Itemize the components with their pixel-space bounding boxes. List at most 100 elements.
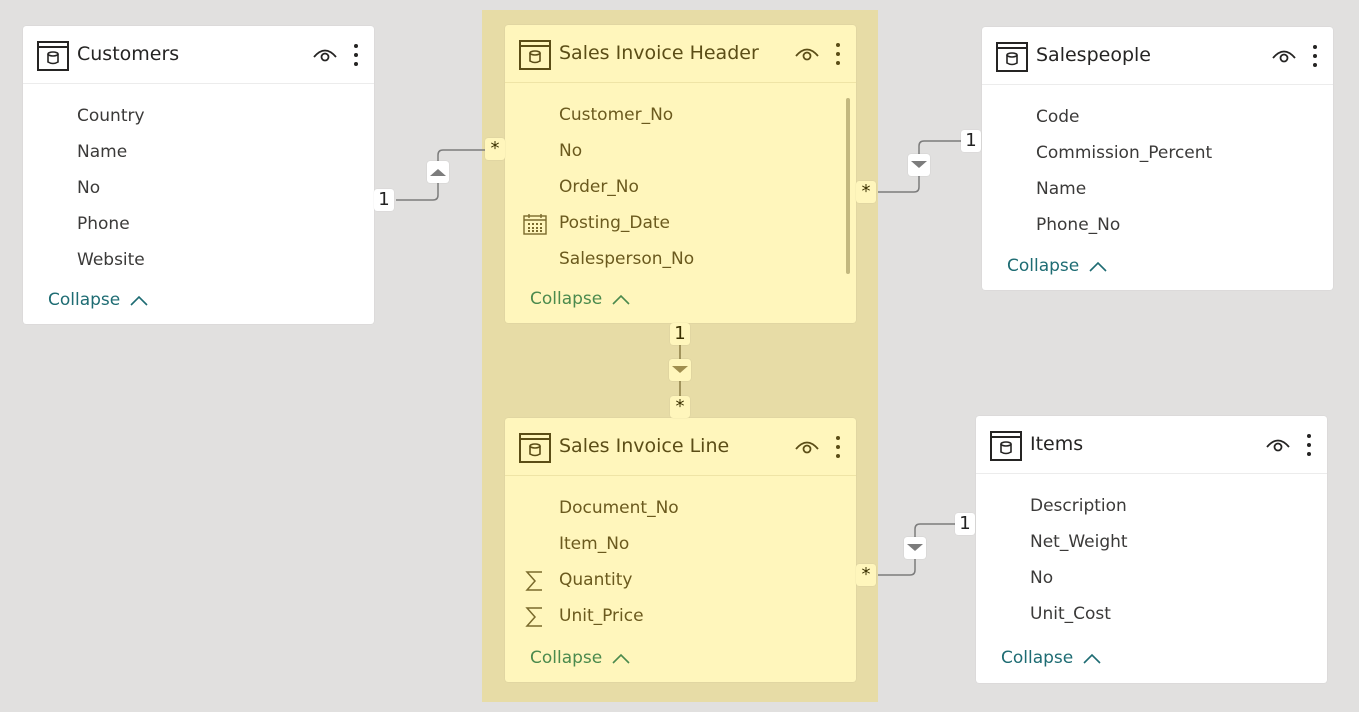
- collapse-label: Collapse: [530, 648, 603, 668]
- field-name: Item_No: [559, 534, 630, 554]
- table-icon: [996, 42, 1028, 72]
- collapse-button[interactable]: Collapse: [530, 289, 630, 309]
- more-options-icon[interactable]: [835, 435, 841, 459]
- eye-icon[interactable]: [313, 46, 337, 64]
- field-row[interactable]: No: [976, 560, 1327, 596]
- chevron-up-icon: [612, 294, 630, 305]
- cardinality-many-badge[interactable]: *: [485, 138, 505, 160]
- table-icon: [990, 431, 1022, 461]
- more-options-icon[interactable]: [835, 42, 841, 66]
- field-row[interactable]: Customer_No: [505, 97, 856, 133]
- collapse-button[interactable]: Collapse: [48, 290, 148, 310]
- field-row[interactable]: Name: [23, 134, 374, 170]
- table-card-sales-invoice-line[interactable]: Sales Invoice Line Document_No Item_No Q…: [505, 418, 856, 682]
- cardinality-many-badge[interactable]: *: [856, 181, 876, 203]
- field-name: Unit_Cost: [1030, 604, 1111, 624]
- calendar-icon: [523, 214, 547, 235]
- field-name: No: [77, 178, 101, 198]
- collapse-label: Collapse: [48, 290, 121, 310]
- field-name: Commission_Percent: [1036, 143, 1213, 163]
- eye-icon[interactable]: [1266, 436, 1290, 454]
- field-name: Customer_No: [559, 105, 674, 125]
- field-name: Phone_No: [1036, 215, 1121, 235]
- field-row[interactable]: Quantity: [505, 562, 856, 598]
- table-title: Sales Invoice Header: [559, 42, 759, 64]
- field-name: No: [1030, 568, 1054, 588]
- chevron-up-icon: [130, 295, 148, 306]
- field-name: Name: [77, 142, 128, 162]
- field-name: Description: [1030, 496, 1127, 516]
- field-row[interactable]: Unit_Cost: [976, 596, 1327, 632]
- cardinality-one-badge[interactable]: 1: [670, 323, 690, 345]
- field-row[interactable]: Salesperson_No: [505, 241, 856, 277]
- field-row[interactable]: Net_Weight: [976, 524, 1327, 560]
- field-row[interactable]: Phone: [23, 206, 374, 242]
- more-options-icon[interactable]: [1312, 44, 1318, 68]
- field-name: Unit_Price: [559, 606, 644, 626]
- field-row[interactable]: Description: [976, 488, 1327, 524]
- field-row[interactable]: Document_No: [505, 490, 856, 526]
- table-card-customers[interactable]: Customers Country Name No Phone Website …: [23, 26, 374, 324]
- field-name: Country: [77, 106, 145, 126]
- eye-icon[interactable]: [1272, 47, 1296, 65]
- cardinality-many-badge[interactable]: *: [670, 396, 690, 418]
- field-row[interactable]: Code: [982, 99, 1333, 135]
- filter-direction-down-icon[interactable]: [908, 154, 930, 176]
- more-options-icon[interactable]: [353, 43, 359, 67]
- field-row[interactable]: No: [505, 133, 856, 169]
- field-name: Name: [1036, 179, 1087, 199]
- table-card-salespeople[interactable]: Salespeople Code Commission_Percent Name…: [982, 27, 1333, 290]
- field-row[interactable]: Country: [23, 98, 374, 134]
- field-row[interactable]: No: [23, 170, 374, 206]
- table-header[interactable]: Salespeople: [982, 27, 1333, 85]
- table-header[interactable]: Items: [976, 416, 1327, 474]
- field-row[interactable]: Posting_Date: [505, 205, 856, 241]
- eye-icon[interactable]: [795, 45, 819, 63]
- collapse-button[interactable]: Collapse: [1007, 256, 1107, 276]
- collapse-label: Collapse: [1007, 256, 1080, 276]
- field-row[interactable]: Name: [982, 171, 1333, 207]
- field-row[interactable]: Phone_No: [982, 207, 1333, 243]
- sigma-icon: [525, 607, 542, 627]
- field-name: Salesperson_No: [559, 249, 695, 269]
- cardinality-many-badge[interactable]: *: [856, 564, 876, 586]
- field-row[interactable]: Item_No: [505, 526, 856, 562]
- field-row[interactable]: Commission_Percent: [982, 135, 1333, 171]
- table-title: Salespeople: [1036, 44, 1151, 66]
- cardinality-one-badge[interactable]: 1: [374, 189, 394, 211]
- chevron-up-icon: [1083, 653, 1101, 664]
- table-card-sales-invoice-header[interactable]: Sales Invoice Header Customer_No No Orde…: [505, 25, 856, 323]
- table-card-items[interactable]: Items Description Net_Weight No Unit_Cos…: [976, 416, 1327, 683]
- field-name: Document_No: [559, 498, 679, 518]
- field-name: Order_No: [559, 177, 639, 197]
- table-title: Customers: [77, 43, 180, 65]
- field-name: Code: [1036, 107, 1080, 127]
- table-header[interactable]: Customers: [23, 26, 374, 84]
- filter-direction-up-icon[interactable]: [427, 161, 449, 183]
- collapse-button[interactable]: Collapse: [1001, 648, 1101, 668]
- field-name: Quantity: [559, 570, 633, 590]
- field-row[interactable]: Order_No: [505, 169, 856, 205]
- table-title: Sales Invoice Line: [559, 435, 730, 457]
- field-name: No: [559, 141, 583, 161]
- field-row[interactable]: Unit_Price: [505, 598, 856, 634]
- table-icon: [519, 433, 551, 463]
- collapse-button[interactable]: Collapse: [530, 648, 630, 668]
- cardinality-one-badge[interactable]: 1: [955, 513, 975, 535]
- field-row[interactable]: Website: [23, 242, 374, 278]
- cardinality-one-badge[interactable]: 1: [961, 130, 981, 152]
- collapse-label: Collapse: [530, 289, 603, 309]
- chevron-up-icon: [612, 653, 630, 664]
- chevron-up-icon: [1089, 261, 1107, 272]
- more-options-icon[interactable]: [1306, 433, 1312, 457]
- filter-direction-down-icon[interactable]: [904, 537, 926, 559]
- eye-icon[interactable]: [795, 438, 819, 456]
- field-name: Posting_Date: [559, 213, 670, 233]
- table-header[interactable]: Sales Invoice Line: [505, 418, 856, 476]
- collapse-label: Collapse: [1001, 648, 1074, 668]
- field-name: Net_Weight: [1030, 532, 1128, 552]
- filter-direction-down-icon[interactable]: [669, 359, 691, 381]
- table-title: Items: [1030, 433, 1084, 455]
- table-header[interactable]: Sales Invoice Header: [505, 25, 856, 83]
- sigma-icon: [525, 571, 542, 591]
